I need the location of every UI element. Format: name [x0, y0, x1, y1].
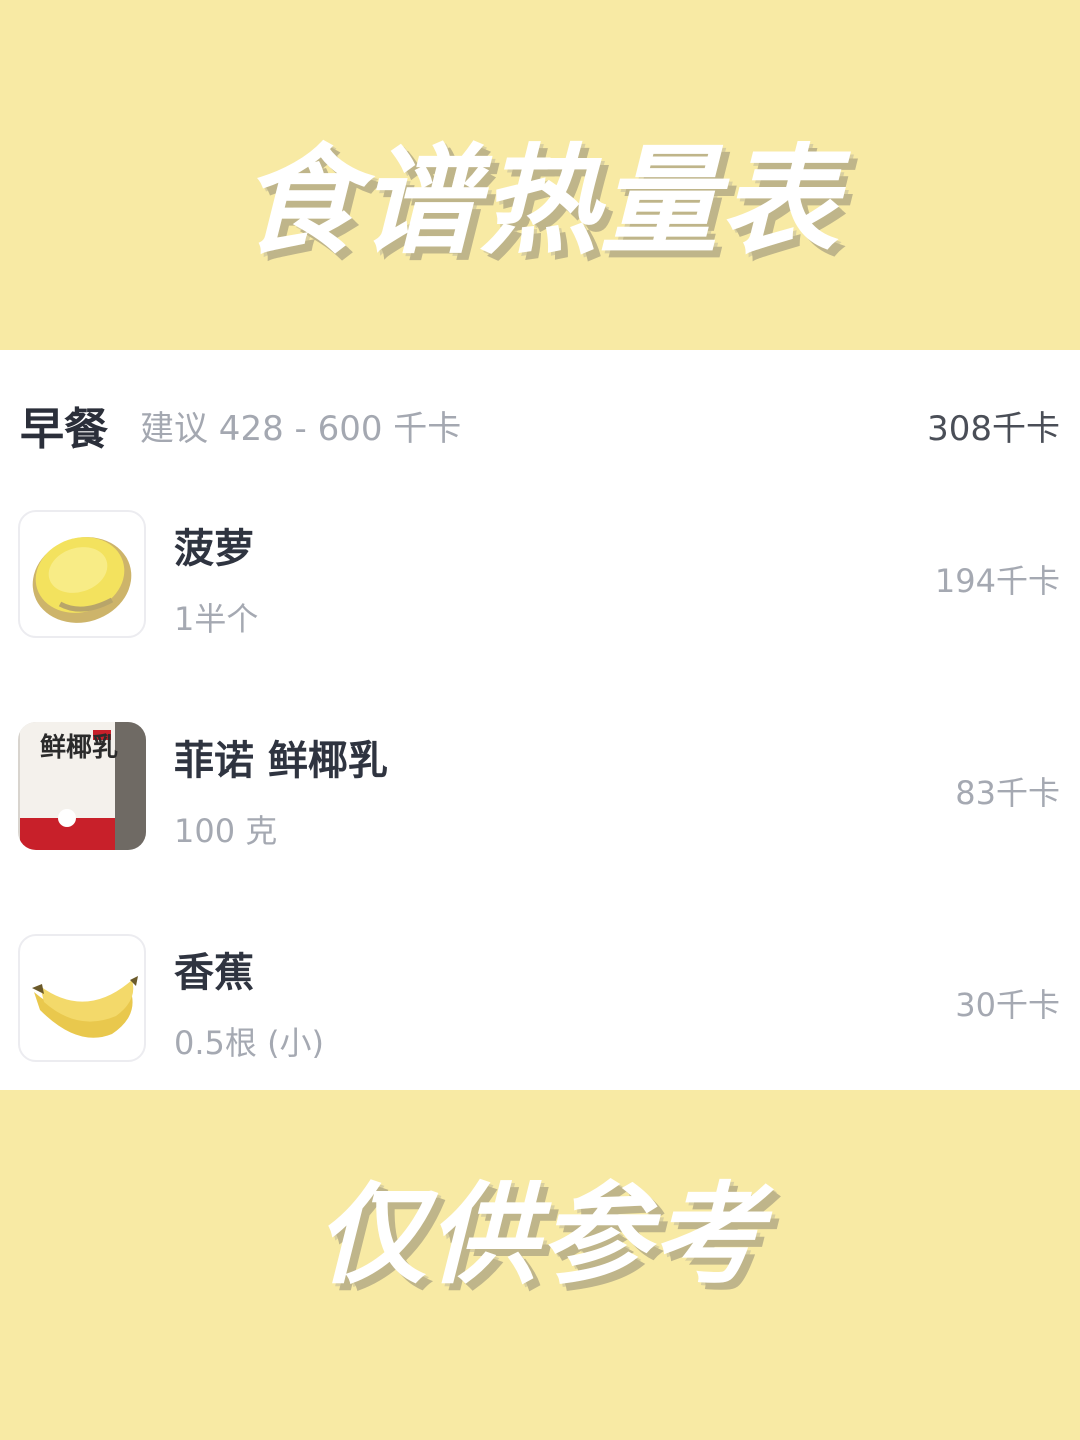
meal-suggestion: 建议 428 - 600 千卡 [140, 408, 462, 449]
food-item-pineapple[interactable]: 菠萝 1半个 194千卡 [0, 510, 1080, 642]
food-calories: 83千卡 [955, 774, 1060, 812]
top-banner: 食谱热量表 [0, 0, 1080, 350]
food-item-banana[interactable]: 香蕉 0.5根 (小) 30千卡 [0, 934, 1080, 1066]
food-name: 香蕉 [174, 950, 254, 996]
banner-title: 食谱热量表 [239, 131, 840, 270]
meal-header[interactable]: 早餐 建议 428 - 600 千卡 308千卡 [20, 395, 1060, 455]
meal-card: 早餐 建议 428 - 600 千卡 308千卡 菠萝 1半个 194千卡 鲜椰… [0, 350, 1080, 1090]
banana-image [18, 934, 146, 1062]
banner-disclaimer: 仅供参考 [316, 1171, 764, 1299]
meal-total-calories: 308千卡 [927, 408, 1060, 449]
meal-title: 早餐 [20, 404, 108, 455]
food-name: 菲诺 鲜椰乳 [174, 738, 388, 784]
carton-label-text: 鲜椰乳 [40, 733, 118, 763]
food-name: 菠萝 [174, 526, 254, 572]
food-quantity: 1半个 [174, 600, 259, 638]
coconut-milk-carton-image: 鲜椰乳 [18, 722, 146, 850]
food-calories: 194千卡 [934, 562, 1060, 600]
bottom-banner: 仅供参考 [0, 1090, 1080, 1440]
food-item-coconut-milk[interactable]: 鲜椰乳 菲诺 鲜椰乳 100 克 83千卡 [0, 722, 1080, 854]
pineapple-image [18, 510, 146, 638]
food-quantity: 0.5根 (小) [174, 1024, 325, 1062]
food-quantity: 100 克 [174, 812, 278, 850]
food-calories: 30千卡 [955, 986, 1060, 1024]
